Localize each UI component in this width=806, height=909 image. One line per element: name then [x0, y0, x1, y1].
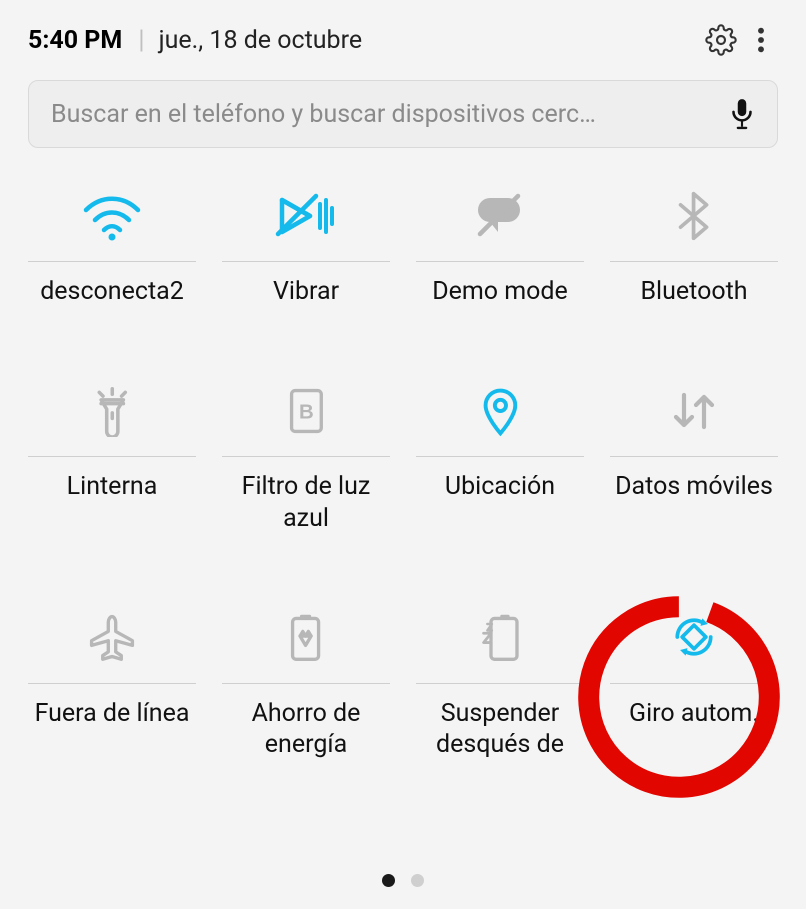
wifi-icon — [28, 170, 196, 262]
tile-wifi[interactable]: desconecta2 — [28, 170, 196, 307]
status-date: jue., 18 de octubre — [159, 26, 698, 55]
pagination-dots[interactable] — [0, 874, 806, 887]
more-button[interactable] — [744, 17, 778, 63]
more-vertical-icon — [745, 24, 777, 56]
tile-vibrate-label: Vibrar — [222, 276, 390, 307]
tile-bluetooth[interactable]: Bluetooth — [610, 170, 778, 307]
tile-flashlight-label: Linterna — [28, 471, 196, 502]
tile-bluelight-label: Filtro de luz azul — [222, 471, 390, 534]
page-dot-1[interactable] — [382, 874, 395, 887]
airplane-icon — [28, 592, 196, 684]
flashlight-icon — [28, 365, 196, 457]
tile-mobile-data[interactable]: Datos móviles — [610, 365, 778, 534]
tile-vibrate[interactable]: Vibrar — [222, 170, 390, 307]
battery-save-icon — [222, 592, 390, 684]
status-time: 5:40 PM — [28, 26, 122, 55]
bluetooth-icon — [610, 170, 778, 262]
tile-demo-mode-label: Demo mode — [416, 276, 584, 307]
demo-mode-icon — [416, 170, 584, 262]
tile-airplane-label: Fuera de línea — [28, 698, 196, 729]
tile-power-saving[interactable]: Ahorro de energía — [222, 592, 390, 761]
tile-demo-mode[interactable]: Demo mode — [416, 170, 584, 307]
status-separator: | — [138, 25, 144, 55]
tile-wifi-label: desconecta2 — [28, 276, 196, 307]
location-icon — [416, 365, 584, 457]
tile-auto-rotate-label: Giro autom. — [610, 698, 778, 729]
status-bar: 5:40 PM | jue., 18 de octubre — [28, 18, 778, 62]
gear-icon — [705, 24, 737, 56]
tile-suspend[interactable]: Suspender desqués de — [416, 592, 584, 761]
mobile-data-icon — [610, 365, 778, 457]
tile-suspend-label: Suspender desqués de — [416, 698, 584, 761]
tile-power-saving-label: Ahorro de energía — [222, 698, 390, 761]
quick-settings-grid: desconecta2 Vibrar Demo mode — [28, 170, 778, 760]
tile-mobile-data-label: Datos móviles — [610, 471, 778, 502]
tile-flashlight[interactable]: Linterna — [28, 365, 196, 534]
tile-location[interactable]: Ubica­ción — [416, 365, 584, 534]
page-dot-2[interactable] — [411, 874, 424, 887]
bluelight-icon: B — [222, 365, 390, 457]
tile-bluetooth-label: Bluetooth — [610, 276, 778, 307]
tile-airplane-mode[interactable]: Fuera de línea — [28, 592, 196, 761]
search-placeholder: Buscar en el teléfono y buscar dispositi… — [51, 100, 717, 129]
search-bar[interactable]: Buscar en el teléfono y buscar dispositi… — [28, 80, 778, 148]
auto-rotate-icon — [610, 592, 778, 684]
settings-button[interactable] — [698, 17, 744, 63]
tile-auto-rotate[interactable]: Giro autom. — [610, 592, 778, 761]
microphone-icon[interactable] — [729, 97, 755, 131]
tile-bluelight-filter[interactable]: B Filtro de luz azul — [222, 365, 390, 534]
bluelight-letter: B — [299, 401, 314, 423]
tile-location-label: Ubica­ción — [416, 471, 584, 502]
vibrate-icon — [222, 170, 390, 262]
suspend-icon — [416, 592, 584, 684]
